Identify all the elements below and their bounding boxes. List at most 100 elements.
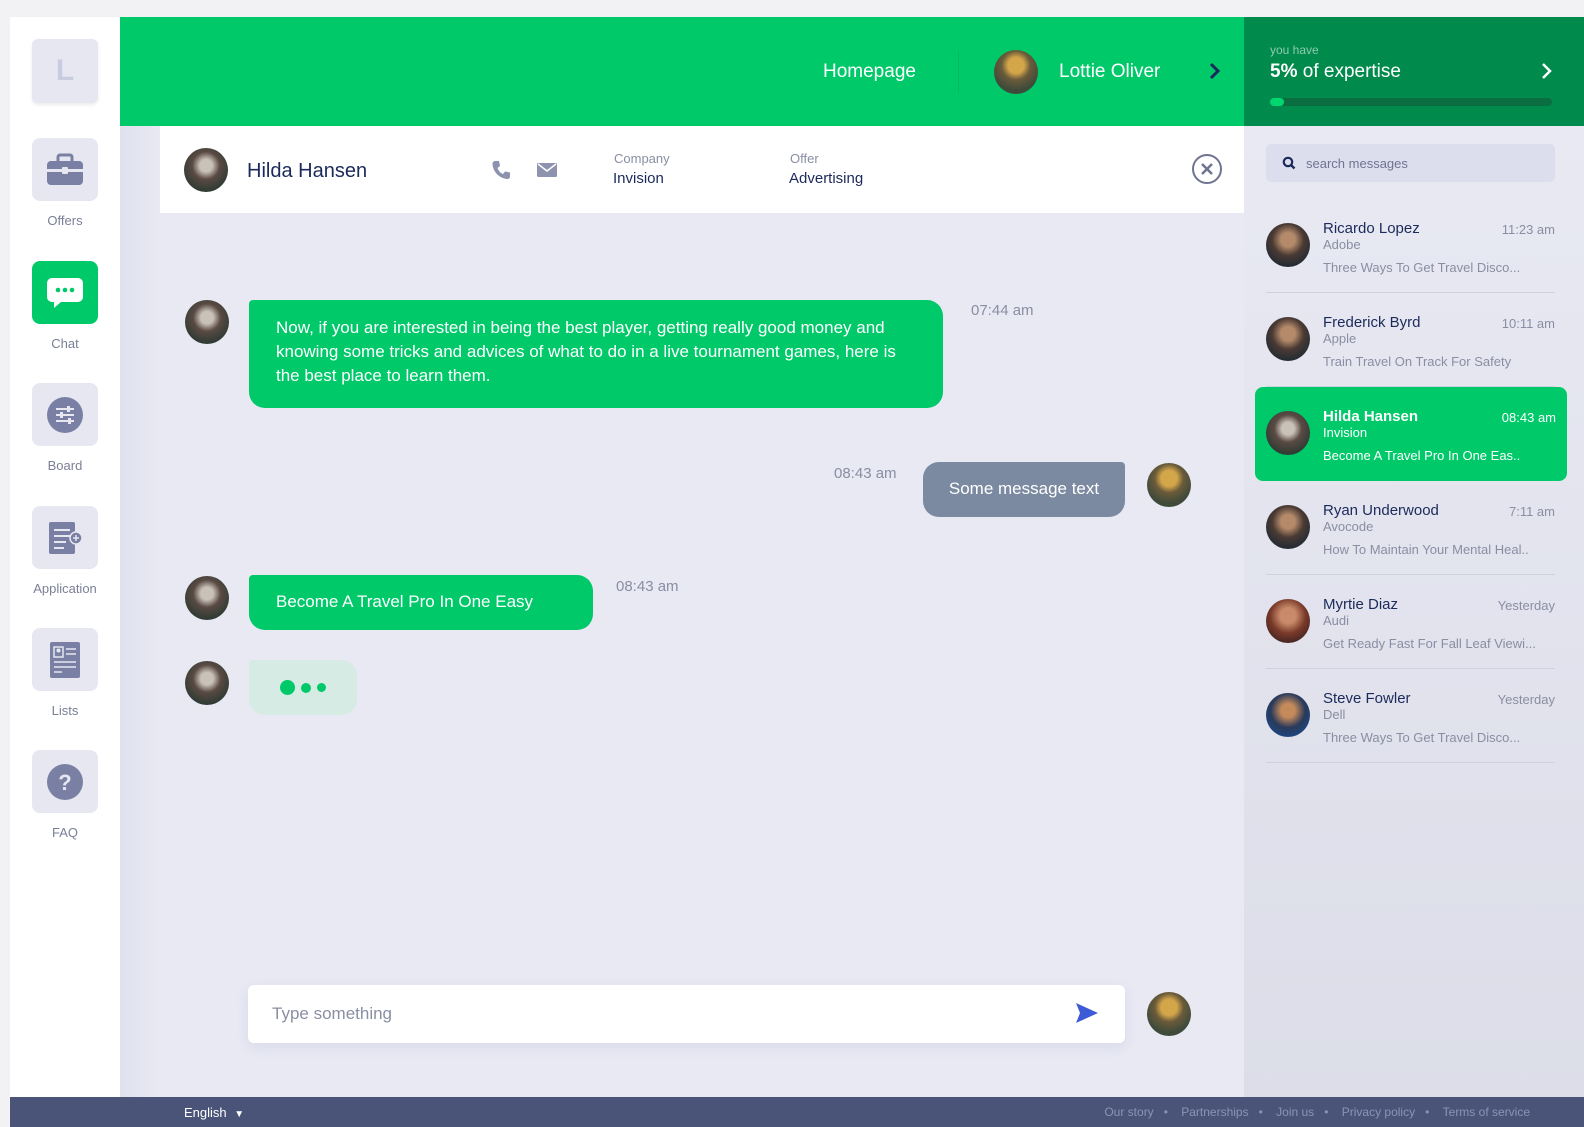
mail-icon[interactable]: [537, 162, 557, 178]
homepage-link[interactable]: Homepage: [823, 61, 916, 83]
conversation-item[interactable]: Frederick Byrd Apple 10:11 am Train Trav…: [1266, 293, 1555, 387]
conversation-preview: Three Ways To Get Travel Disco...: [1323, 730, 1521, 745]
conversation-preview: Become A Travel Pro In One Eas..: [1323, 448, 1521, 463]
message-time: 07:44 am: [971, 302, 1034, 319]
sidebar-item-faq[interactable]: ? FAQ: [10, 750, 120, 840]
footer-link[interactable]: Partnerships: [1181, 1105, 1248, 1119]
avatar: [185, 300, 229, 344]
search-input[interactable]: [1306, 152, 1546, 174]
sidebar-item-board[interactable]: Board: [10, 383, 120, 473]
conversation-company: Avocode: [1323, 519, 1374, 534]
sidebar-item-lists[interactable]: Lists: [10, 628, 120, 718]
expertise-text: 5% of expertise: [1270, 61, 1401, 83]
document-add-icon: [49, 521, 83, 554]
search-icon: [1282, 156, 1296, 170]
expertise-progress-bar: [1270, 98, 1552, 106]
conversation-company: Audi: [1323, 613, 1350, 628]
contact-name: Hilda Hansen: [247, 160, 368, 182]
message-text: Now, if you are interested in being the …: [276, 318, 896, 385]
avatar: [1266, 693, 1310, 737]
avatar: [1266, 599, 1310, 643]
conversation-time: 7:11 am: [1508, 504, 1555, 519]
sidebar-item-label: Chat: [51, 336, 79, 351]
avatar: [1266, 505, 1310, 549]
offer-value: Advertising: [789, 170, 864, 187]
message-bubble: Become A Travel Pro In One Easy: [249, 575, 593, 630]
message-time: 08:43 am: [616, 578, 679, 595]
conversation-time: 10:11 am: [1501, 316, 1555, 331]
typing-dot: [317, 683, 326, 692]
footer-links: Our story • Partnerships • Join us • Privac…: [1094, 1105, 1530, 1119]
conversation-preview: Train Travel On Track For Safety: [1323, 354, 1512, 369]
faq-tile[interactable]: ?: [32, 750, 98, 813]
sidebar-item-label: Application: [33, 581, 97, 596]
sidebar-item-label: Lists: [51, 703, 79, 718]
conversation-name: Ryan Underwood: [1323, 502, 1439, 519]
message-composer: [248, 985, 1125, 1043]
typing-indicator: [249, 660, 357, 715]
sidebar-item-chat[interactable]: Chat: [10, 261, 120, 351]
separator-dot: •: [1163, 1105, 1168, 1119]
avatar: [1266, 411, 1310, 455]
avatar: [1266, 317, 1310, 361]
typing-dot: [280, 680, 295, 695]
footer-link[interactable]: Privacy policy: [1342, 1105, 1415, 1119]
chat-tile[interactable]: [32, 261, 98, 324]
conversation-name: Hilda Hansen: [1323, 408, 1419, 425]
language-selector[interactable]: English ▼: [184, 1105, 244, 1120]
conversation-company: Apple: [1323, 331, 1357, 346]
conversation-item[interactable]: Ricardo Lopez Adobe 11:23 am Three Ways …: [1266, 199, 1555, 293]
conversation-item[interactable]: Myrtie Diaz Audi Yesterday Get Ready Fas…: [1266, 575, 1555, 669]
offer-label: Offer: [790, 151, 819, 166]
current-user-name[interactable]: Lottie Oliver: [1059, 61, 1160, 83]
close-icon[interactable]: [1191, 153, 1223, 185]
avatar: [1147, 992, 1191, 1036]
footer-link[interactable]: Join us: [1276, 1105, 1314, 1119]
conversation-item[interactable]: Ryan Underwood Avocode 7:11 am How To Ma…: [1266, 481, 1555, 575]
chat-bubble-icon: [47, 277, 83, 308]
sidebar-item-application[interactable]: Application: [10, 506, 120, 596]
sidebar-item-label: Board: [47, 458, 83, 473]
chevron-right-icon[interactable]: [1540, 61, 1554, 81]
send-icon[interactable]: [1075, 1002, 1099, 1024]
expertise-prefix: you have: [1270, 43, 1319, 57]
sidebar: L Offers Chat Board Application Lists ? …: [10, 17, 120, 1097]
phone-icon[interactable]: [490, 159, 512, 181]
conversation-preview: How To Maintain Your Mental Heal..: [1323, 542, 1529, 557]
avatar[interactable]: [184, 148, 228, 192]
separator-dot: •: [1258, 1105, 1263, 1119]
separator-dot: •: [1425, 1105, 1430, 1119]
header-divider: [958, 51, 959, 93]
avatar: [1147, 463, 1191, 507]
chat-left-gutter: [120, 126, 160, 1097]
id-card-icon: [50, 641, 80, 678]
board-tile[interactable]: [32, 383, 98, 446]
conversation-time: 08:43 am: [1501, 410, 1556, 425]
lists-tile[interactable]: [32, 628, 98, 691]
offers-tile[interactable]: [32, 138, 98, 201]
conversation-preview: Get Ready Fast For Fall Leaf Viewi...: [1323, 636, 1536, 651]
avatar: [185, 661, 229, 705]
conversation-item-active[interactable]: Hilda Hansen Invision 08:43 am Become A …: [1255, 387, 1567, 481]
avatar[interactable]: [994, 50, 1038, 94]
conversation-list-panel: Ricardo Lopez Adobe 11:23 am Three Ways …: [1244, 126, 1584, 1097]
logo[interactable]: L: [32, 39, 98, 103]
sidebar-item-offers[interactable]: Offers: [10, 138, 120, 228]
footer-link[interactable]: Our story: [1104, 1105, 1153, 1119]
expertise-panel[interactable]: you have 5% of expertise: [1244, 17, 1584, 126]
conversation-item[interactable]: Steve Fowler Dell Yesterday Three Ways T…: [1266, 669, 1555, 763]
conversation-company: Adobe: [1323, 237, 1361, 252]
message-input[interactable]: [272, 999, 1032, 1029]
footer-link[interactable]: Terms of service: [1443, 1105, 1530, 1119]
sidebar-item-label: FAQ: [51, 825, 78, 840]
briefcase-icon: [47, 153, 83, 185]
chevron-right-icon[interactable]: [1208, 61, 1222, 81]
separator-dot: •: [1324, 1105, 1329, 1119]
conversation-company: Invision: [1323, 425, 1368, 440]
conversation-name: Ricardo Lopez: [1323, 220, 1420, 237]
avatar: [1266, 223, 1310, 267]
application-tile[interactable]: [32, 506, 98, 569]
sliders-icon: [47, 396, 83, 433]
message-bubble: Some message text: [923, 462, 1125, 517]
avatar: [185, 576, 229, 620]
